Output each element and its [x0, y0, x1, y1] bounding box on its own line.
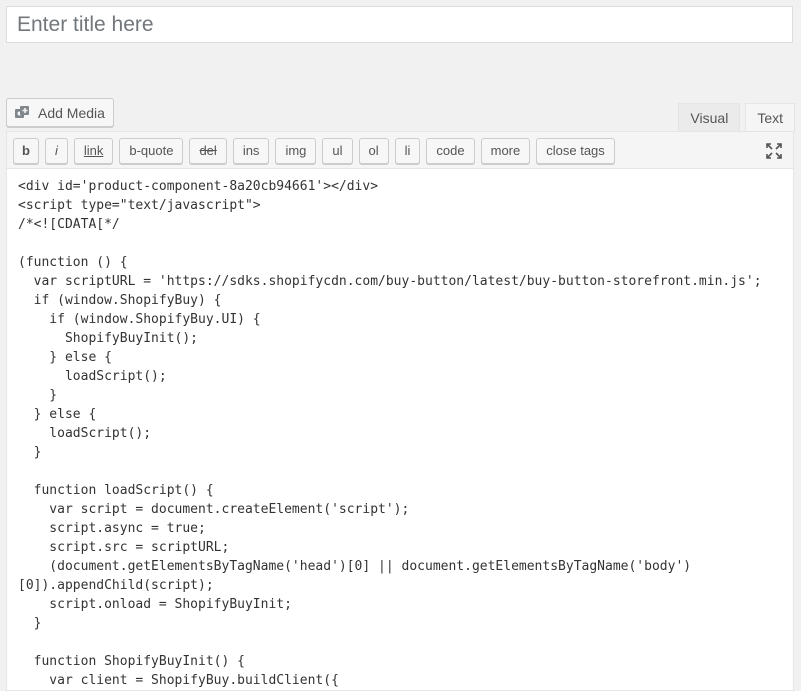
code-line: function loadScript() {	[18, 483, 214, 498]
add-media-label: Add Media	[38, 104, 105, 121]
code-line: }	[18, 616, 42, 631]
code-line: var client = ShopifyBuy.buildClient({	[18, 673, 339, 688]
add-media-button[interactable]: Add Media	[6, 98, 114, 127]
code-line: (function () {	[18, 255, 128, 270]
code-line: }	[18, 388, 58, 403]
code-line: <div id='product-component-8a20cb94661'>…	[18, 179, 379, 194]
code-line: ShopifyBuyInit();	[18, 331, 199, 346]
code-line: <script type="text/javascript">	[18, 198, 261, 213]
code-line: } else {	[18, 407, 97, 422]
bold-button[interactable]: b	[13, 137, 39, 164]
title-input[interactable]	[7, 7, 792, 42]
tab-text[interactable]: Text	[745, 103, 795, 132]
title-field-container	[6, 6, 793, 43]
add-media-icon	[14, 105, 32, 121]
code-line: loadScript();	[18, 426, 152, 441]
code-line: /*<![CDATA[*/	[18, 217, 120, 232]
more-button[interactable]: more	[480, 137, 531, 164]
code-button[interactable]: code	[426, 137, 475, 164]
code-line: script.onload = ShopifyBuyInit;	[18, 597, 292, 612]
code-line: function ShopifyBuyInit() {	[18, 654, 245, 669]
code-line: }	[18, 445, 42, 460]
code-line: var scriptURL = 'https://sdks.shopifycdn…	[18, 274, 762, 289]
code-line: } else {	[18, 350, 112, 365]
close-tags-button[interactable]: close tags	[536, 137, 615, 164]
code-textarea[interactable]: <div id='product-component-8a20cb94661'>…	[7, 169, 793, 689]
code-line: script.async = true;	[18, 521, 206, 536]
ul-button[interactable]: ul	[322, 137, 353, 164]
blockquote-button[interactable]: b-quote	[119, 137, 184, 164]
ol-button[interactable]: ol	[358, 137, 389, 164]
code-line: if (window.ShopifyBuy) {	[18, 293, 222, 308]
code-line: loadScript();	[18, 369, 167, 384]
code-line: if (window.ShopifyBuy.UI) {	[18, 312, 261, 327]
tab-text-label: Text	[757, 110, 783, 126]
code-line: [0]).appendChild(script);	[18, 578, 214, 593]
code-line: (document.getElementsByTagName('head')[0…	[18, 559, 692, 574]
italic-button[interactable]: i	[44, 137, 68, 164]
editor-tabs: Visual Text	[673, 103, 795, 132]
del-button[interactable]: del	[189, 137, 227, 164]
tab-visual[interactable]: Visual	[678, 103, 741, 131]
ins-button[interactable]: ins	[232, 137, 270, 164]
fullscreen-icon[interactable]	[765, 142, 783, 160]
img-button[interactable]: img	[275, 137, 317, 164]
text-editor: b i link b-quote del ins img ul ol li co…	[6, 131, 794, 691]
code-line: script.src = scriptURL;	[18, 540, 230, 555]
link-button[interactable]: link	[73, 137, 114, 164]
code-line: var script = document.createElement('scr…	[18, 502, 410, 517]
quicktags-toolbar: b i link b-quote del ins img ul ol li co…	[7, 132, 793, 169]
li-button[interactable]: li	[394, 137, 421, 164]
tab-visual-label: Visual	[690, 109, 729, 126]
